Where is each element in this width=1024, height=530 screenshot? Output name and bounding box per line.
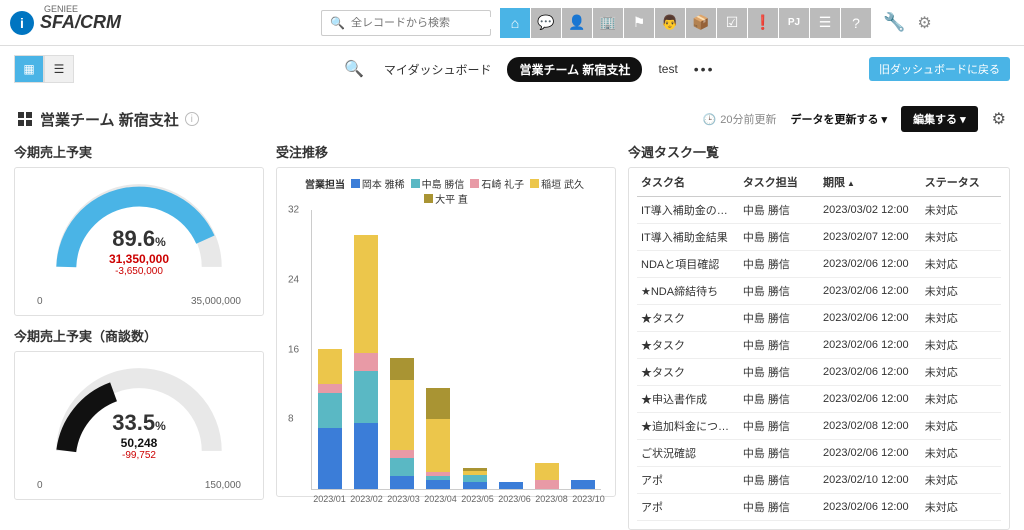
table-row[interactable]: ★申込書作成中島 勝信2023/02/06 12:00未対応 [637,386,1001,413]
nav-building-icon[interactable]: 🏢 [593,8,623,38]
tab-my-dashboard[interactable]: マイダッシュボード [384,61,492,78]
settings-gear-icon[interactable]: ⚙ [917,13,931,33]
bar-col [529,463,565,489]
table-row[interactable]: NDAと項目確認中島 勝信2023/02/06 12:00未対応 [637,251,1001,278]
nav-user-icon[interactable]: 👤 [562,8,592,38]
nav-box-icon[interactable]: 📦 [686,8,716,38]
last-updated: 🕒 20分前更新 [703,111,777,127]
table-row[interactable]: ★NDA締結待ち中島 勝信2023/02/06 12:00未対応 [637,278,1001,305]
chart-x-axis: 2023/012023/022023/032023/042023/052023/… [311,494,607,504]
bar-col [493,482,529,489]
titlebar: 営業チーム 新宿支社 i 🕒 20分前更新 データを更新する ▾ 編集する ▾ … [0,92,1024,142]
tab-team-shinjuku[interactable]: 営業チーム 新宿支社 [507,57,642,82]
legend-item[interactable]: 稲垣 武久 [530,176,584,191]
table-row[interactable]: ★タスク中島 勝信2023/02/06 12:00未対応 [637,359,1001,386]
gauge2-diff: -99,752 [23,450,255,461]
chart-legend: 営業担当 岡本 雅稀中島 勝信石崎 礼子稲垣 武久大平 直 [285,176,607,206]
sort-asc-icon: ▲ [847,179,855,188]
nav-flag-icon[interactable]: ⚑ [624,8,654,38]
nav-chat-icon[interactable]: 💬 [531,8,561,38]
th-task-status[interactable]: ステータス [921,168,1001,197]
sub-search-icon[interactable]: 🔍 [344,59,364,79]
logo-text: SFA/CRM [40,12,121,33]
gauge2-value: 50,248 [23,436,255,450]
chart-area: 8162432 [311,210,601,490]
title-actions: 🕒 20分前更新 データを更新する ▾ 編集する ▾ ⚙ [703,106,1006,132]
bar-col [565,480,601,489]
legend-item[interactable]: 岡本 雅稀 [351,176,405,191]
gauge-card-1: 今期売上予実 89.6% 31,350,000 -3,650,000 0 35, [14,142,264,316]
table-row[interactable]: IT導入補助金結果中島 勝信2023/02/07 12:00未対応 [637,224,1001,251]
wrench-icon[interactable]: 🔧 [883,12,905,33]
table-row[interactable]: IT導入補助金の検討中島 勝信2023/03/02 12:00未対応 [637,197,1001,224]
edit-button[interactable]: 編集する ▾ [901,106,978,132]
grid-view-button[interactable]: ▦ [14,55,44,83]
back-to-old-button[interactable]: 旧ダッシュボードに戻る [869,57,1010,81]
logo-icon: i [10,11,34,35]
gauge1-value: 31,350,000 [23,252,255,266]
nav-pj-icon[interactable]: PJ [779,8,809,38]
title-grid-icon [18,112,32,126]
list-view-button[interactable]: ☰ [44,55,74,83]
nav-home-icon[interactable]: ⌂ [500,8,530,38]
refresh-button[interactable]: データを更新する ▾ [790,111,887,127]
chart-card: 受注推移 営業担当 岡本 雅稀中島 勝信石崎 礼子稲垣 武久大平 直 81624… [276,142,616,530]
bar-col [348,235,384,489]
bar-col [420,388,456,489]
th-task-name[interactable]: タスク名 [637,168,739,197]
legend-item[interactable]: 中島 勝信 [411,176,465,191]
subbar: ▦ ☰ 🔍 マイダッシュボード 営業チーム 新宿支社 test ••• 旧ダッシ… [0,46,1024,92]
tab-more-icon[interactable]: ••• [694,61,715,77]
bar-col [384,358,420,489]
table-row[interactable]: ★追加料金について中島 勝信2023/02/08 12:00未対応 [637,413,1001,440]
chevron-down-icon: ▾ [960,114,966,126]
table-row[interactable]: アポ中島 勝信2023/02/06 12:00未対応 [637,494,1001,521]
topbar: GENIEE i SFA/CRM 🔍 ⌂ 💬 👤 🏢 ⚑ 👨 📦 ☑ ❗ PJ … [0,0,1024,46]
dashboard-tabs: マイダッシュボード 営業チーム 新宿支社 test ••• [384,57,715,82]
legend-item[interactable]: 石崎 礼子 [470,176,524,191]
gear-icon[interactable]: ⚙ [992,109,1006,129]
search-input[interactable] [351,17,493,29]
nav-person-icon[interactable]: 👨 [655,8,685,38]
table-row[interactable]: ご状況確認中島 勝信2023/02/06 12:00未対応 [637,440,1001,467]
table-row[interactable]: ★タスク中島 勝信2023/02/06 12:00未対応 [637,332,1001,359]
global-search[interactable]: 🔍 [321,10,491,36]
gauge1-diff: -3,650,000 [23,266,255,277]
view-toggle: ▦ ☰ [14,55,74,83]
dashboard: 今期売上予実 89.6% 31,350,000 -3,650,000 0 35, [0,142,1024,530]
logo[interactable]: GENIEE i SFA/CRM [10,11,121,35]
logo-brand-small: GENIEE [44,4,78,14]
task-table: タスク名 タスク担当 期限▲ ステータス IT導入補助金の検討中島 勝信2023… [637,168,1001,521]
nav-icons: ⌂ 💬 👤 🏢 ⚑ 👨 📦 ☑ ❗ PJ ☰ ? [499,8,871,38]
table-row[interactable]: ★タスク中島 勝信2023/02/06 12:00未対応 [637,305,1001,332]
nav-check-icon[interactable]: ☑ [717,8,747,38]
chart-title: 受注推移 [276,142,616,161]
bar-col [312,349,348,489]
table-row[interactable]: アポ中島 勝信2023/02/10 12:00未対応 [637,467,1001,494]
search-icon: 🔍 [330,16,345,30]
bar-col [457,468,493,489]
tab-test[interactable]: test [658,62,677,76]
list-icon: ☰ [54,62,65,76]
nav-alert-icon[interactable]: ❗ [748,8,778,38]
clock-icon: 🕒 [703,113,717,126]
th-task-owner[interactable]: タスク担当 [739,168,819,197]
nav-help-icon[interactable]: ? [841,8,871,38]
gauge2-title: 今期売上予実（商談数） [14,326,264,345]
legend-item[interactable]: 大平 直 [424,191,468,206]
gauge1-title: 今期売上予実 [14,142,264,161]
page-title: 営業チーム 新宿支社 [40,109,179,130]
gauge-card-2: 今期売上予実（商談数） 33.5% 50,248 -99,752 0 150,0 [14,326,264,500]
tasks-card: 今週タスク一覧 タスク名 タスク担当 期限▲ ステータス IT導入補助金の検討中… [628,142,1010,530]
nav-list-icon[interactable]: ☰ [810,8,840,38]
th-task-due[interactable]: 期限▲ [819,168,921,197]
info-icon[interactable]: i [185,112,199,126]
tasks-title: 今週タスク一覧 [628,142,1010,161]
chevron-down-icon: ▾ [882,114,888,126]
grid-icon: ▦ [23,62,34,76]
